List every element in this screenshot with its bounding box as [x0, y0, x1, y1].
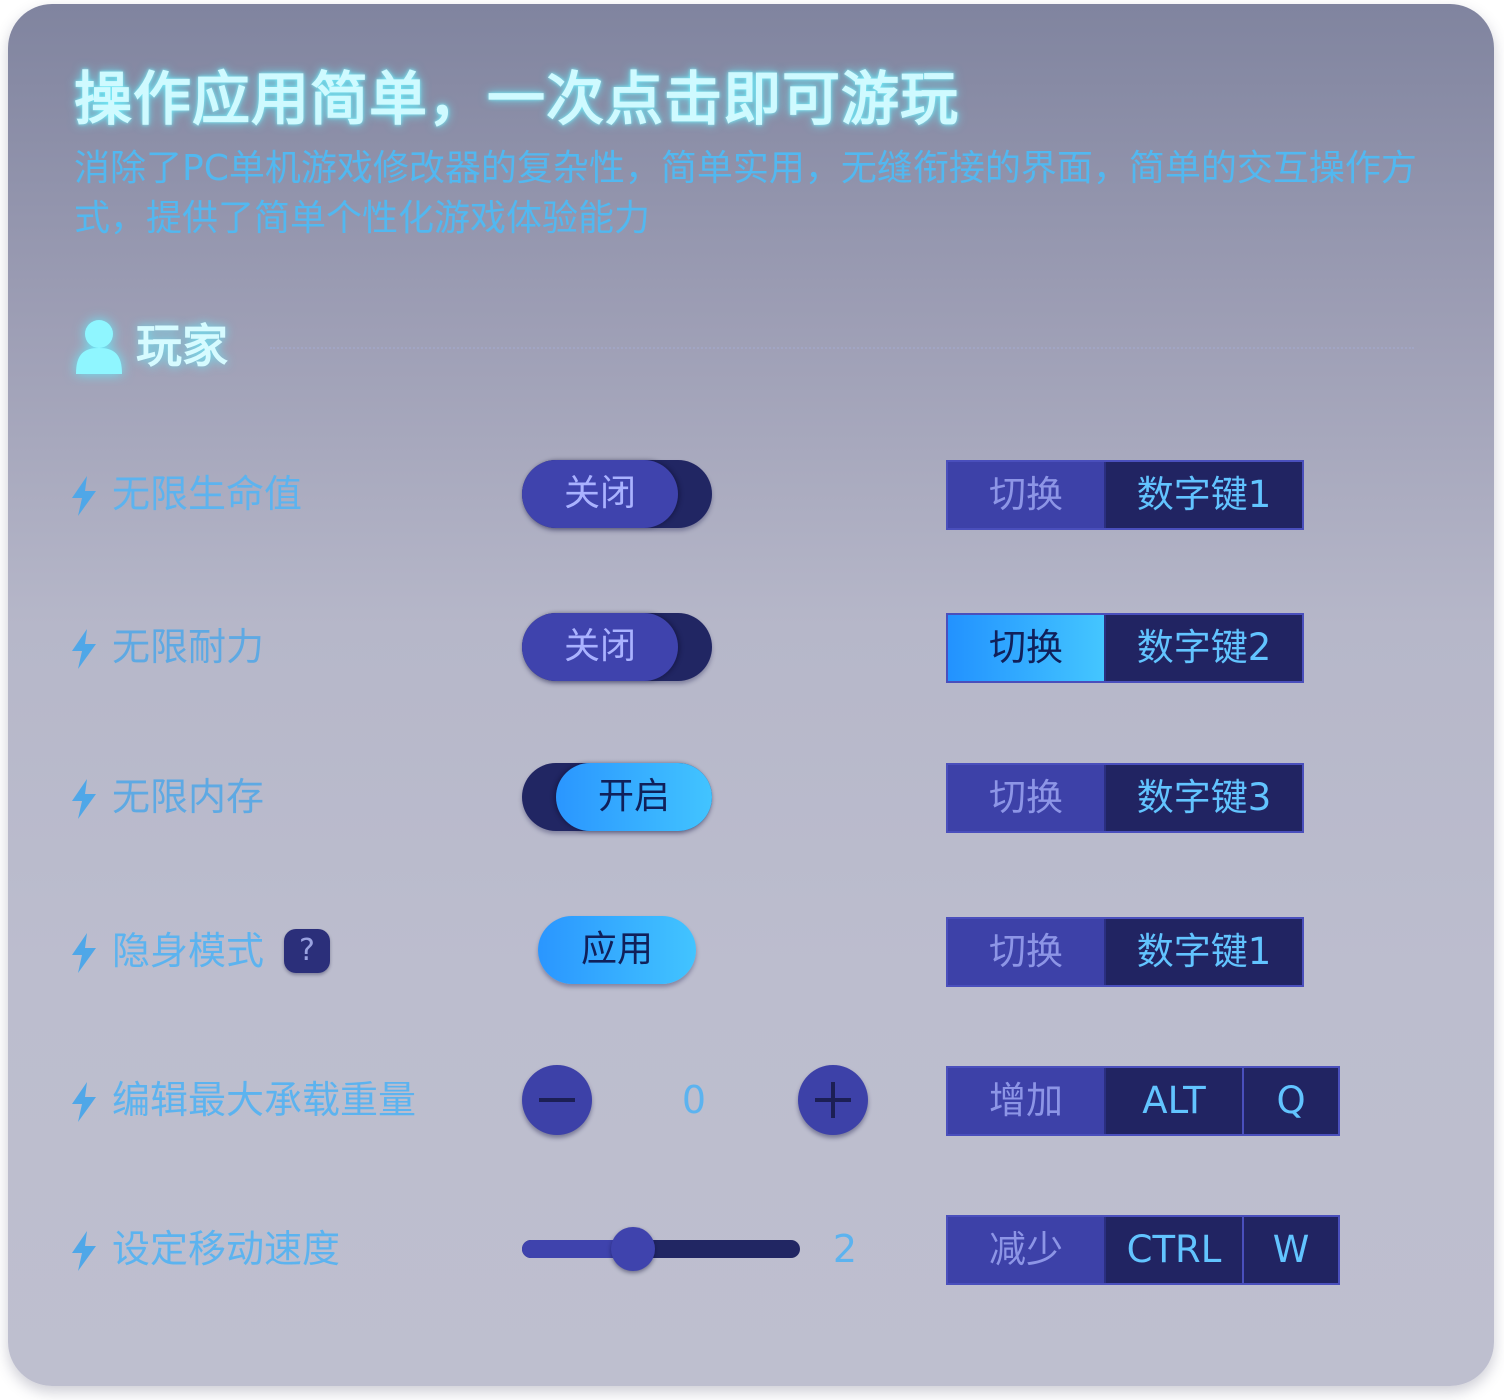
- hotkey-key: ALT: [1106, 1068, 1244, 1134]
- section-header-player: 玩家: [74, 314, 1414, 378]
- toggle-switch[interactable]: 开启: [522, 763, 712, 831]
- increment-button[interactable]: [798, 1065, 868, 1135]
- lightning-icon: [72, 1082, 96, 1122]
- slider-value: 2: [832, 1227, 858, 1271]
- hotkey-group: 切换 数字键3: [946, 763, 1304, 833]
- hotkey-group: 增加 ALT Q: [946, 1066, 1340, 1136]
- lightning-icon: [72, 1231, 96, 1271]
- hotkey-group: 减少 CTRL W: [946, 1215, 1340, 1285]
- hotkey-key: 数字键1: [1106, 462, 1302, 528]
- row-label: 隐身模式: [112, 929, 265, 973]
- hotkey-action-button[interactable]: 减少: [948, 1217, 1106, 1283]
- page-subtitle: 消除了PC单机游戏修改器的复杂性，简单实用，无缝衔接的界面，简单的交互操作方式，…: [74, 148, 1417, 239]
- plus-icon: [815, 1082, 851, 1118]
- row-label: 无限内存: [112, 775, 265, 819]
- help-icon[interactable]: ?: [284, 929, 330, 973]
- lightning-icon: [72, 933, 96, 973]
- cheat-row-infinite-memory: 无限内存 开启 切换 数字键3: [8, 762, 1494, 833]
- page-title: 操作应用简单，一次点击即可游玩: [74, 65, 960, 133]
- lightning-icon: [72, 629, 96, 669]
- hotkey-group: 切换 数字键2: [946, 613, 1304, 683]
- stepper-value: 0: [681, 1078, 707, 1122]
- apply-button[interactable]: 应用: [538, 916, 696, 984]
- hotkey-key: Q: [1244, 1068, 1338, 1134]
- toggle-knob: 关闭: [522, 613, 678, 681]
- lightning-icon: [72, 779, 96, 819]
- section-divider: [270, 347, 1414, 349]
- decrement-button[interactable]: [522, 1065, 592, 1135]
- cheat-row-infinite-stamina: 无限耐力 关闭 切换 数字键2: [8, 612, 1494, 683]
- trainer-panel: 操作应用简单，一次点击即可游玩 消除了PC单机游戏修改器的复杂性，简单实用，无缝…: [8, 4, 1494, 1386]
- hotkey-key: 数字键3: [1106, 765, 1302, 831]
- hotkey-action-button[interactable]: 切换: [948, 919, 1106, 985]
- toggle-switch[interactable]: 关闭: [522, 460, 712, 528]
- toggle-knob: 关闭: [522, 460, 678, 528]
- slider-thumb[interactable]: [611, 1227, 656, 1271]
- section-title: 玩家: [136, 319, 228, 373]
- cheat-row-infinite-health: 无限生命值 关闭 切换 数字键1: [8, 459, 1494, 530]
- hotkey-action-button[interactable]: 切换: [948, 615, 1106, 681]
- hotkey-group: 切换 数字键1: [946, 460, 1304, 530]
- hotkey-action-button[interactable]: 切换: [948, 462, 1106, 528]
- hotkey-action-button[interactable]: 增加: [948, 1068, 1106, 1134]
- row-label: 设定移动速度: [112, 1227, 341, 1271]
- toggle-knob: 开启: [556, 763, 712, 831]
- cheat-row-edit-max-weight: 编辑最大承载重量 0 增加 ALT Q: [8, 1065, 1494, 1136]
- lightning-icon: [72, 476, 96, 516]
- row-label: 编辑最大承载重量: [112, 1078, 417, 1122]
- row-label: 无限耐力: [112, 625, 265, 669]
- row-label: 无限生命值: [112, 472, 303, 516]
- hotkey-group: 切换 数字键1: [946, 917, 1304, 987]
- hotkey-key: 数字键1: [1106, 919, 1302, 985]
- toggle-switch[interactable]: 关闭: [522, 613, 712, 681]
- hotkey-key: 数字键2: [1106, 615, 1302, 681]
- hotkey-action-button[interactable]: 切换: [948, 765, 1106, 831]
- minus-icon: [539, 1098, 575, 1102]
- cheat-row-movement-speed: 设定移动速度 2 减少 CTRL W: [8, 1214, 1494, 1285]
- person-icon: [76, 320, 122, 374]
- hotkey-key: CTRL: [1106, 1217, 1244, 1283]
- hotkey-key: W: [1244, 1217, 1338, 1283]
- speed-slider[interactable]: [522, 1227, 800, 1271]
- cheat-row-stealth-mode: 隐身模式 ? 应用 切换 数字键1: [8, 916, 1494, 987]
